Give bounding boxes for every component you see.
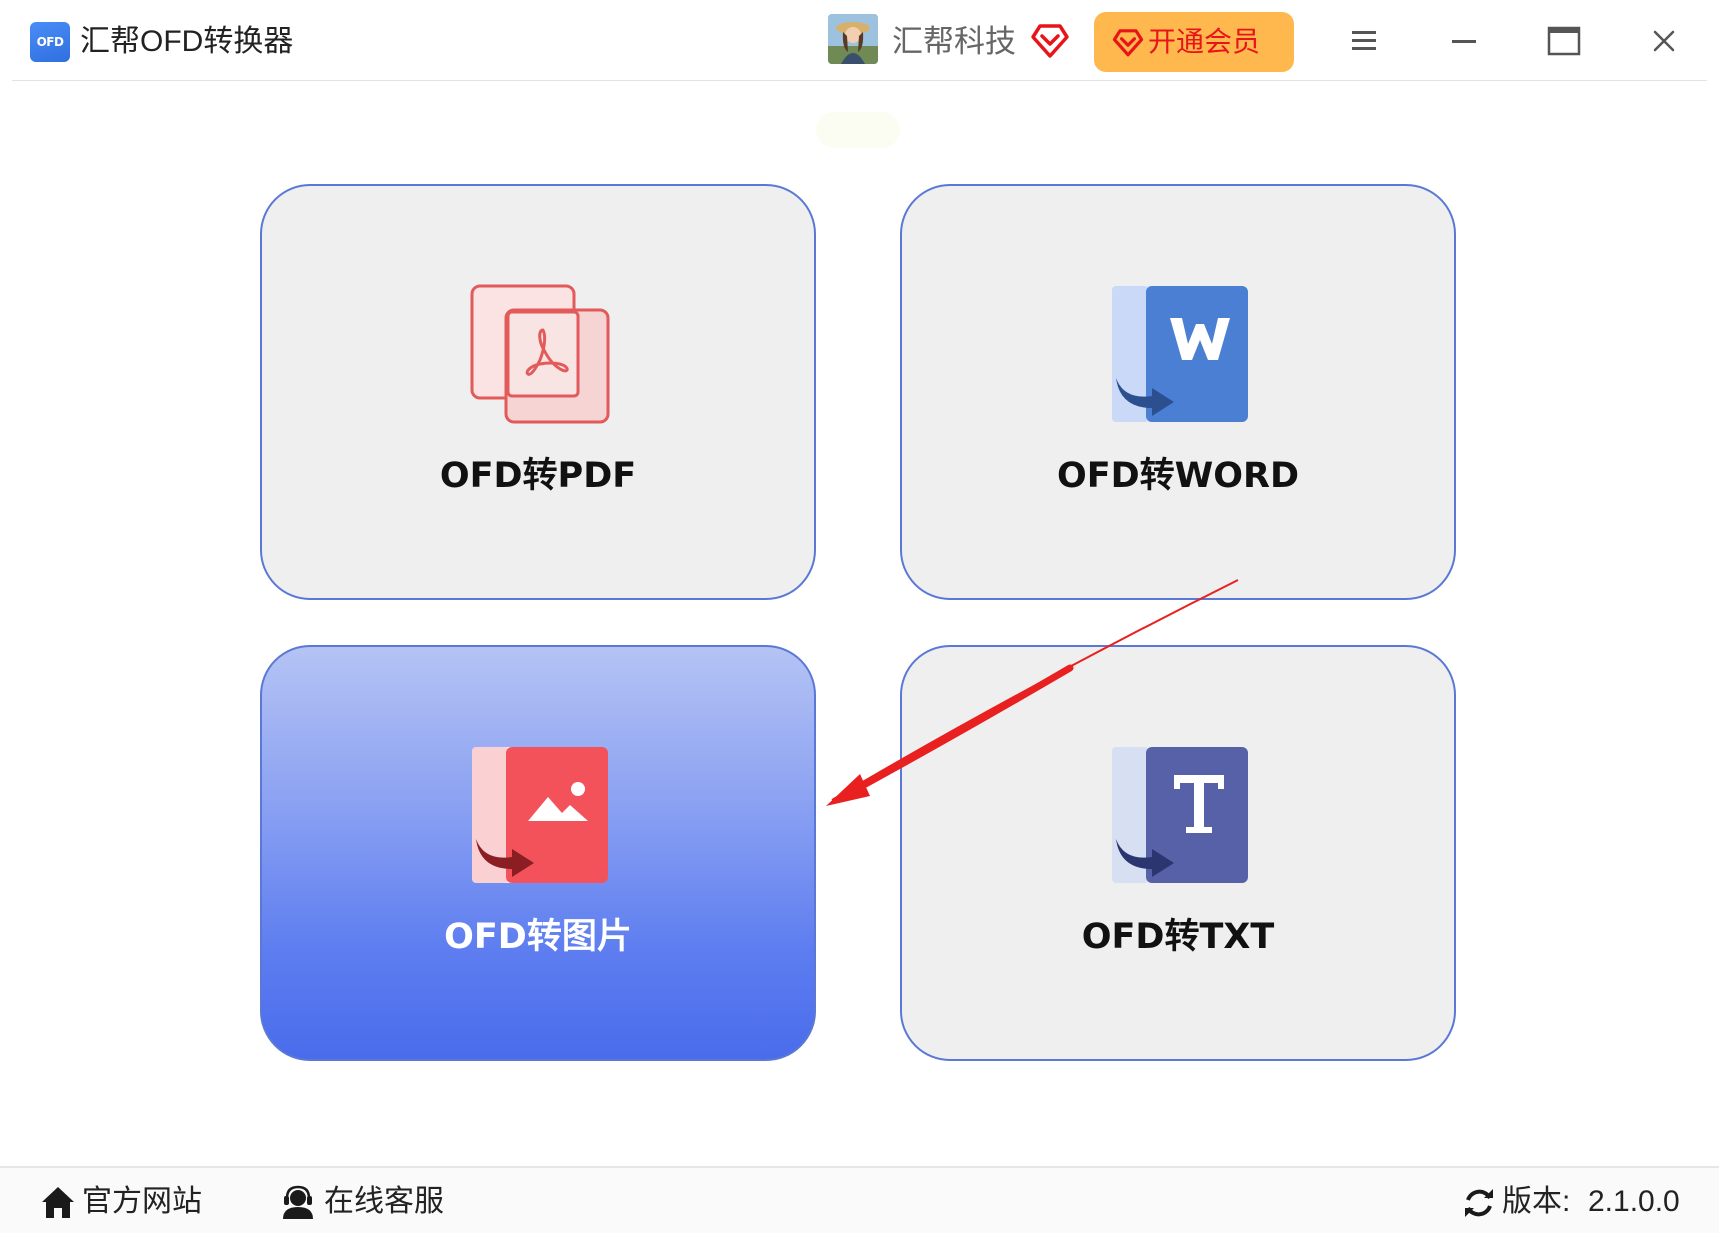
official-website-label: 官方网站 — [82, 1185, 202, 1218]
title-bar: OFD 汇帮OFD转换器 汇帮科技 开通会员 — [0, 0, 1719, 80]
vip-upgrade-button[interactable]: 开通会员 — [1094, 12, 1294, 72]
tile-label: OFD转WORD — [1056, 456, 1300, 496]
txt-file-icon — [1112, 747, 1248, 883]
app-logo-icon: OFD — [30, 22, 70, 62]
vip-upgrade-label: 开通会员 — [1148, 26, 1261, 57]
diamond-heart-icon — [1112, 29, 1144, 57]
close-icon[interactable] — [1634, 18, 1694, 64]
diamond-heart-icon[interactable] — [1030, 20, 1070, 60]
pdf-file-icon — [470, 284, 610, 424]
online-support-label: 在线客服 — [324, 1185, 444, 1218]
home-icon — [42, 1187, 74, 1218]
word-file-icon — [1112, 286, 1248, 422]
minimize-icon[interactable] — [1434, 18, 1494, 64]
official-website-link[interactable]: 官方网站 — [40, 1182, 202, 1222]
top-decoration — [816, 112, 900, 148]
hamburger-menu-icon[interactable] — [1334, 18, 1394, 64]
user-avatar[interactable] — [828, 14, 878, 64]
tile-ofd-to-txt[interactable]: OFD转TXT — [900, 645, 1456, 1061]
footer-bar: 官方网站 在线客服 版本: 2.1.0.0 — [0, 1168, 1719, 1233]
version-label: 版本: — [1502, 1185, 1571, 1218]
tile-ofd-to-word[interactable]: OFD转WORD — [900, 184, 1456, 600]
tile-label: OFD转图片 — [444, 917, 632, 957]
app-window: OFD 汇帮OFD转换器 汇帮科技 开通会员 OFD转PDF OFD转WORD … — [0, 0, 1719, 1233]
tile-ofd-to-pdf[interactable]: OFD转PDF — [260, 184, 816, 600]
tile-ofd-to-image[interactable]: OFD转图片 — [260, 645, 816, 1061]
app-logo-text: OFD — [36, 35, 64, 49]
username[interactable]: 汇帮科技 — [892, 22, 1016, 62]
app-title: 汇帮OFD转换器 — [80, 25, 294, 58]
version-value: 2.1.0.0 — [1588, 1185, 1680, 1218]
refresh-icon — [1465, 1189, 1493, 1217]
annotation-arrow — [826, 579, 1239, 806]
tile-label: OFD转PDF — [439, 456, 637, 496]
maximize-icon[interactable] — [1534, 18, 1594, 64]
tile-label: OFD转TXT — [1081, 917, 1275, 957]
headset-icon — [283, 1185, 313, 1219]
image-file-icon — [472, 747, 608, 883]
online-support-link[interactable]: 在线客服 — [280, 1182, 450, 1222]
title-bar-divider — [12, 80, 1707, 81]
